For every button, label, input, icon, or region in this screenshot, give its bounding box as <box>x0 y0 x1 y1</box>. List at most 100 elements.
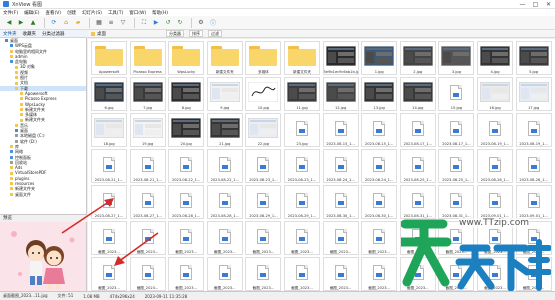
address-path[interactable]: 桌面 <box>97 31 106 37</box>
menu-tools[interactable]: 工具(T) <box>108 10 123 16</box>
back-icon[interactable]: ◀ <box>4 18 14 28</box>
file-thumbnail[interactable]: 2023-08-24_1... <box>361 149 398 183</box>
file-thumbnail[interactable]: 2023-08-19_1... <box>477 113 513 147</box>
file-thumbnail[interactable]: 14.jpg <box>399 77 436 111</box>
slideshow-icon[interactable]: ▶ <box>151 18 161 28</box>
info-icon[interactable]: ⓘ <box>208 18 218 28</box>
maximize-button[interactable]: □ <box>529 0 542 9</box>
rotate-right-icon[interactable]: ↻ <box>175 18 185 28</box>
file-thumbnail[interactable]: 2023-08-23_1... <box>284 149 320 183</box>
file-thumbnail[interactable]: 1.jpg <box>361 41 398 75</box>
file-thumbnail[interactable]: 21.jpg <box>206 113 243 147</box>
file-thumbnail[interactable]: 2023-08-21_1... <box>91 149 127 183</box>
sort-icon[interactable]: ≡ <box>106 18 116 28</box>
menu-view[interactable]: 查看(V) <box>45 10 61 16</box>
menu-window[interactable]: 窗口(W) <box>129 10 146 16</box>
tab-category-filter[interactable]: 分类过滤器 <box>42 31 65 37</box>
file-thumbnail[interactable]: 19.jpg <box>129 113 166 147</box>
forward-icon[interactable]: ▶ <box>16 18 26 28</box>
file-thumbnail[interactable]: 2023-08-30_1... <box>361 185 398 219</box>
file-thumbnail[interactable]: 18.jpg <box>91 113 127 147</box>
file-thumbnail[interactable]: 23.jpg <box>284 113 320 147</box>
file-thumbnail[interactable]: 2023-08-26_1... <box>515 149 552 183</box>
file-thumbnail[interactable]: 7.jpg <box>129 77 166 111</box>
file-thumbnail[interactable]: 12.jpg <box>322 77 359 111</box>
file-thumbnail[interactable]: 2023-08-26_1... <box>477 149 513 183</box>
file-thumbnail[interactable]: 2023-08-15_1... <box>322 113 359 147</box>
sort-button[interactable]: 排序 <box>189 30 203 37</box>
file-thumbnail[interactable]: 2023-08-25_1... <box>438 149 475 183</box>
file-thumbnail[interactable]: 2023-08-22_1... <box>168 149 205 183</box>
file-thumbnail[interactable]: 5.jpg <box>515 41 552 75</box>
file-thumbnail[interactable]: 6.jpg <box>91 77 127 111</box>
file-thumbnail[interactable]: 2023-08-17_1... <box>399 113 436 147</box>
tab-favorites[interactable]: 收藏夹 <box>23 31 37 37</box>
file-thumbnail[interactable]: 2023-08-29_1... <box>245 185 282 219</box>
file-thumbnail[interactable]: WpsLucky <box>168 41 205 75</box>
minimize-button[interactable]: — <box>516 0 529 9</box>
file-thumbnail[interactable]: 2023-08-22_1... <box>206 149 243 183</box>
file-thumbnail[interactable]: 2023-08-17_1... <box>438 113 475 147</box>
file-thumbnail[interactable]: 5e9b1ec9c6ab1b.jpg <box>322 41 359 75</box>
file-thumbnail[interactable]: 4.jpg <box>477 41 513 75</box>
file-thumbnail[interactable]: 截图_2023... <box>168 221 205 255</box>
fullscreen-icon[interactable]: ⛶ <box>139 18 149 28</box>
file-thumbnail[interactable]: 截图_2023... <box>284 257 320 291</box>
file-thumbnail[interactable]: 2023-08-19_1... <box>515 113 552 147</box>
file-thumbnail[interactable]: 2023-08-24_1... <box>322 149 359 183</box>
up-icon[interactable]: ▲ <box>28 18 38 28</box>
menu-slideshow[interactable]: 幻灯片(S) <box>82 10 102 16</box>
file-thumbnail[interactable]: 16.jpg <box>477 77 513 111</box>
file-thumbnail[interactable]: Picasso Express <box>129 41 166 75</box>
file-thumbnail[interactable]: 2023-08-28_1... <box>168 185 205 219</box>
file-thumbnail[interactable]: 截图_2023... <box>245 257 282 291</box>
file-thumbnail[interactable]: 15.jpg <box>438 77 475 111</box>
file-thumbnail[interactable]: 截图_2023... <box>361 221 398 255</box>
file-thumbnail[interactable]: 22.jpg <box>245 113 282 147</box>
tab-folders[interactable]: 文件夹 <box>3 31 17 37</box>
file-thumbnail[interactable]: 截图_2023... <box>206 257 243 291</box>
file-thumbnail[interactable]: 2023-08-30_1... <box>322 185 359 219</box>
menu-edit[interactable]: 编辑(E) <box>24 10 39 16</box>
file-thumbnail[interactable]: 截图_2023... <box>168 257 205 291</box>
file-thumbnail[interactable]: 2.jpg <box>399 41 436 75</box>
file-thumbnail[interactable]: 17.jpg <box>515 77 552 111</box>
file-thumbnail[interactable]: 新建文件夹 <box>284 41 320 75</box>
file-thumbnail[interactable]: 2023-08-23_1... <box>245 149 282 183</box>
rotate-left-icon[interactable]: ↺ <box>163 18 173 28</box>
file-thumbnail[interactable]: 10.jpg <box>245 77 282 111</box>
file-thumbnail[interactable]: 2023-08-29_1... <box>284 185 320 219</box>
filter-button[interactable]: 过滤 <box>208 30 222 37</box>
file-thumbnail[interactable]: 截图_2023... <box>361 257 398 291</box>
file-thumbnail[interactable]: 2023-08-25_1... <box>399 149 436 183</box>
file-thumbnail[interactable]: 多媒体 <box>245 41 282 75</box>
file-thumbnail[interactable]: 截图_2023... <box>206 221 243 255</box>
file-thumbnail[interactable]: 2023-08-28_1... <box>206 185 243 219</box>
file-thumbnail[interactable]: 截图_2023... <box>245 221 282 255</box>
filter-icon[interactable]: ▽ <box>118 18 128 28</box>
file-thumbnail[interactable]: 3.jpg <box>438 41 475 75</box>
settings-icon[interactable]: ⚙ <box>196 18 206 28</box>
file-thumbnail[interactable]: 2023-08-15_1... <box>361 113 398 147</box>
file-thumbnail[interactable]: 截图_2023... <box>322 257 359 291</box>
open-folder-icon[interactable]: ▰ <box>73 18 83 28</box>
refresh-icon[interactable]: ⟳ <box>49 18 59 28</box>
menu-create[interactable]: 创建 <box>67 10 76 16</box>
file-thumbnail[interactable]: 截图_2023... <box>284 221 320 255</box>
file-thumbnail[interactable]: 新建文件夹 <box>206 41 243 75</box>
file-thumbnail[interactable]: 13.jpg <box>361 77 398 111</box>
file-thumbnail[interactable]: 20.jpg <box>168 113 205 147</box>
close-button[interactable]: ✕ <box>542 0 555 9</box>
menu-help[interactable]: 帮助(H) <box>152 10 168 16</box>
file-thumbnail[interactable]: 11.jpg <box>284 77 320 111</box>
file-thumbnail[interactable]: 截图_2023... <box>322 221 359 255</box>
file-thumbnail[interactable]: Apowersoft <box>91 41 127 75</box>
menu-file[interactable]: 文件(F) <box>3 10 18 16</box>
categorizer-button[interactable]: 分类器 <box>166 30 184 37</box>
file-thumbnail[interactable]: 8.jpg <box>168 77 205 111</box>
file-thumbnail[interactable]: 9.jpg <box>206 77 243 111</box>
file-thumbnail[interactable]: 2023-08-21_1... <box>129 149 166 183</box>
file-thumbnail[interactable]: 2023-08-27_1... <box>129 185 166 219</box>
home-icon[interactable]: ⌂ <box>61 18 71 28</box>
view-icon[interactable]: ▦ <box>94 18 104 28</box>
